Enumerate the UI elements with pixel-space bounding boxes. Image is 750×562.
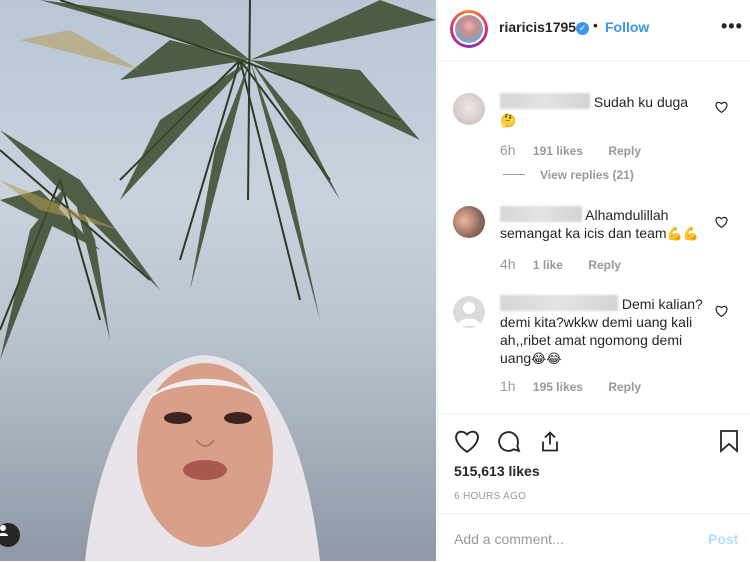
author-avatar[interactable]: [450, 10, 488, 48]
comment-meta: 6h 191 likes Reply: [500, 142, 663, 158]
share-icon[interactable]: [538, 429, 562, 454]
like-comment-heart-icon[interactable]: [715, 305, 728, 317]
photo-illustration: [0, 0, 436, 561]
comment-likes[interactable]: 195 likes: [533, 380, 583, 394]
comment-time: 6h: [500, 142, 516, 158]
comment-text: Sudah ku duga 🤔: [500, 93, 689, 129]
post-actions: 515,613 likes 6 HOURS AGO: [438, 413, 750, 514]
view-replies-button[interactable]: View replies (21): [503, 168, 634, 182]
follow-button[interactable]: Follow: [605, 19, 649, 35]
reply-button[interactable]: Reply: [588, 258, 621, 272]
reply-button[interactable]: Reply: [608, 380, 641, 394]
comment-time: 4h: [500, 256, 516, 272]
blurred-username: [500, 93, 590, 109]
save-bookmark-icon[interactable]: [719, 429, 739, 453]
comment-text: Demi kalian? demi kita?wkkw demi uang ka…: [500, 295, 703, 367]
post-header: riaricis1795 ✓ • Follow •••: [438, 0, 750, 61]
verified-badge-icon: ✓: [576, 22, 589, 35]
comment-time: 1h: [500, 378, 516, 394]
separator-dot: •: [593, 17, 598, 33]
like-comment-heart-icon[interactable]: [715, 101, 728, 113]
comment-text: Alhamdulillah semangat ka icis dan team💪…: [500, 206, 699, 242]
comment-input[interactable]: Add a comment...: [454, 531, 564, 547]
comment-meta: 1h 195 likes Reply: [500, 378, 663, 394]
comment-likes[interactable]: 1 like: [533, 258, 563, 272]
blurred-username: [500, 206, 582, 222]
post-photo[interactable]: [0, 0, 436, 561]
post-likes-count[interactable]: 515,613 likes: [454, 463, 540, 479]
comment-likes[interactable]: 191 likes: [533, 144, 583, 158]
commenter-avatar[interactable]: [453, 296, 485, 328]
reply-button[interactable]: Reply: [608, 144, 641, 158]
like-comment-heart-icon[interactable]: [715, 216, 728, 228]
comment-meta: 4h 1 like Reply: [500, 256, 643, 272]
add-comment-bar: Add a comment... Post: [438, 513, 750, 562]
comments-list[interactable]: Sudah ku duga 🤔 6h 191 likes Reply View …: [438, 60, 750, 413]
more-options-icon[interactable]: •••: [721, 16, 743, 37]
commenter-avatar[interactable]: [453, 93, 485, 125]
like-heart-icon[interactable]: [454, 429, 480, 453]
author-username[interactable]: riaricis1795: [499, 19, 576, 35]
blurred-username: [500, 295, 618, 311]
post-timestamp: 6 HOURS AGO: [454, 491, 527, 502]
commenter-avatar[interactable]: [453, 206, 485, 238]
post-comment-button[interactable]: Post: [708, 531, 738, 547]
default-avatar-icon: [457, 302, 481, 326]
post-sidebar: riaricis1795 ✓ • Follow ••• Sudah ku dug…: [437, 0, 750, 561]
comment-icon[interactable]: [496, 429, 521, 454]
